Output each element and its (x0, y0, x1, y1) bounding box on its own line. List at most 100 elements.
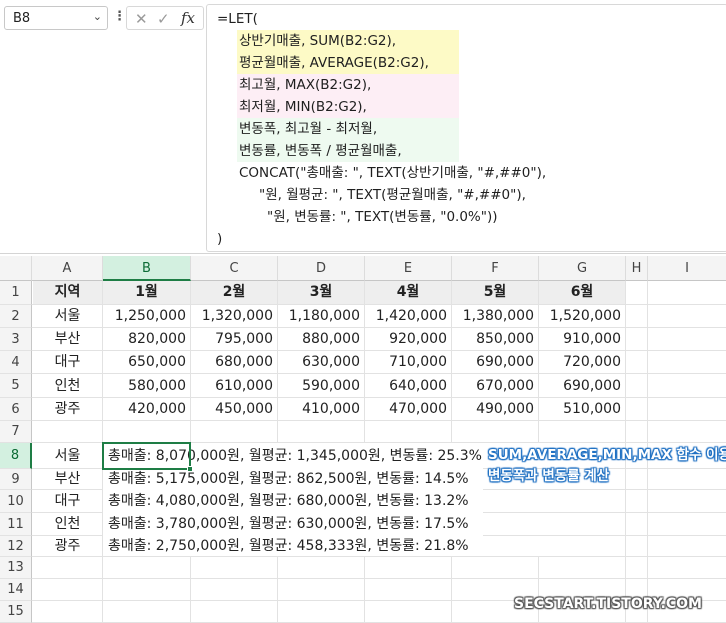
insert-function-icon[interactable]: fx (181, 9, 195, 27)
result-region-cell[interactable]: 대구 (33, 490, 102, 513)
value-cell[interactable]: 690,000 (452, 351, 538, 374)
formula-line: "원, 월평균: ", TEXT(평균월매출, "#,##0"), (259, 187, 526, 203)
enter-icon[interactable]: ✓ (157, 10, 170, 28)
region-cell[interactable]: 부산 (33, 328, 102, 351)
value-cell[interactable]: 640,000 (365, 375, 451, 398)
watermark: SECSTART.TISTORY.COM (513, 596, 702, 612)
formula-line: 변동폭, 최고월 - 최저월, (237, 118, 459, 140)
value-cell[interactable]: 450,000 (191, 398, 277, 421)
table-header-cell[interactable]: 5월 (452, 281, 538, 304)
row-header[interactable]: 5 (0, 374, 32, 398)
row-header[interactable]: 6 (0, 398, 32, 421)
column-header[interactable]: D (278, 256, 365, 281)
table-header-cell[interactable]: 1월 (103, 281, 190, 304)
value-cell[interactable]: 680,000 (191, 351, 277, 374)
formula-line: =LET( (217, 11, 258, 27)
formula-bar-buttons: ✕ ✓ fx (126, 6, 204, 30)
value-cell[interactable]: 420,000 (103, 398, 190, 421)
value-cell[interactable]: 880,000 (278, 328, 364, 351)
result-cell[interactable]: 총매출: 2,750,000원, 월평균: 458,333원, 변동률: 21.… (103, 535, 503, 558)
row-header[interactable]: 9 (0, 469, 32, 490)
cancel-icon[interactable]: ✕ (135, 10, 148, 28)
value-cell[interactable]: 410,000 (278, 398, 364, 421)
value-cell[interactable]: 710,000 (365, 351, 451, 374)
column-header[interactable]: A (32, 256, 103, 281)
formula-line: 최저월, MIN(B2:G2), (237, 96, 459, 118)
region-cell[interactable]: 서울 (33, 305, 102, 328)
row-header[interactable]: 10 (0, 490, 32, 513)
value-cell[interactable]: 795,000 (191, 328, 277, 351)
table-header-cell[interactable]: 3월 (278, 281, 364, 304)
value-cell[interactable]: 590,000 (278, 375, 364, 398)
row-header[interactable]: 15 (0, 601, 32, 623)
column-header[interactable]: E (365, 256, 452, 281)
column-header[interactable]: F (452, 256, 539, 281)
formula-input[interactable]: =LET( 상반기매출, SUM(B2:G2), 평균월매출, AVERAGE(… (206, 4, 726, 252)
gridline (277, 557, 278, 622)
selected-cell-outline[interactable] (102, 442, 193, 472)
value-cell[interactable]: 1,520,000 (539, 305, 625, 328)
value-cell[interactable]: 510,000 (539, 398, 625, 421)
region-cell[interactable]: 대구 (33, 351, 102, 374)
value-cell[interactable]: 470,000 (365, 398, 451, 421)
more-options-icon[interactable]: ⋮ (113, 9, 126, 24)
row-header[interactable]: 8 (0, 443, 32, 469)
row-header[interactable]: 2 (0, 305, 32, 328)
value-cell[interactable]: 910,000 (539, 328, 625, 351)
region-cell[interactable]: 인천 (33, 375, 102, 398)
value-cell[interactable]: 820,000 (103, 328, 190, 351)
result-cell[interactable]: 총매출: 4,080,000원, 월평균: 680,000원, 변동률: 13.… (103, 490, 503, 513)
row-header[interactable]: 4 (0, 351, 32, 374)
row-header[interactable]: 13 (0, 557, 32, 579)
column-header[interactable]: G (539, 256, 626, 281)
value-cell[interactable]: 630,000 (278, 351, 364, 374)
value-cell[interactable]: 1,180,000 (278, 305, 364, 328)
formula-line: CONCAT("총매출: ", TEXT(상반기매출, "#,##0"), (239, 165, 547, 181)
result-region-cell[interactable]: 부산 (33, 468, 102, 491)
column-header[interactable]: C (191, 256, 278, 281)
row-header[interactable]: 14 (0, 579, 32, 601)
value-cell[interactable]: 690,000 (539, 375, 625, 398)
result-region-cell[interactable]: 인천 (33, 513, 102, 536)
value-cell[interactable]: 1,250,000 (103, 305, 190, 328)
table-header-cell[interactable]: 4월 (365, 281, 451, 304)
formula-bar: B8 ⌄ ⋮ ✕ ✓ fx =LET( 상반기매출, SUM(B2:G2), 평… (0, 0, 726, 254)
chevron-down-icon[interactable]: ⌄ (93, 10, 102, 23)
annotation-line: 변동폭과 변동률 계산 (488, 468, 610, 484)
row-header[interactable]: 1 (0, 281, 32, 305)
region-cell[interactable]: 광주 (33, 398, 102, 421)
value-cell[interactable]: 650,000 (103, 351, 190, 374)
value-cell[interactable]: 580,000 (103, 375, 190, 398)
value-cell[interactable]: 490,000 (452, 398, 538, 421)
row-header[interactable]: 11 (0, 513, 32, 536)
column-header[interactable]: B (103, 256, 191, 281)
formula-line: 최고월, MAX(B2:G2), (237, 74, 459, 96)
gridline (364, 557, 365, 622)
row-header[interactable]: 12 (0, 536, 32, 557)
result-cell[interactable]: 총매출: 5,175,000원, 월평균: 862,500원, 변동률: 14.… (103, 468, 503, 491)
formula-line: 상반기매출, SUM(B2:G2), (237, 30, 459, 52)
column-header[interactable]: H (626, 256, 648, 281)
value-cell[interactable]: 850,000 (452, 328, 538, 351)
value-cell[interactable]: 720,000 (539, 351, 625, 374)
value-cell[interactable]: 610,000 (191, 375, 277, 398)
table-header-cell[interactable]: 지역 (33, 281, 102, 304)
column-header[interactable]: I (648, 256, 726, 281)
gridline (32, 578, 726, 579)
value-cell[interactable]: 1,420,000 (365, 305, 451, 328)
fill-handle[interactable] (187, 466, 193, 472)
name-box[interactable]: B8 ⌄ (4, 6, 108, 30)
formula-line: 변동률, 변동폭 / 평균월매출, (237, 140, 459, 162)
value-cell[interactable]: 1,380,000 (452, 305, 538, 328)
result-region-cell[interactable]: 서울 (33, 445, 102, 468)
result-region-cell[interactable]: 광주 (33, 535, 102, 558)
result-cell[interactable]: 총매출: 3,780,000원, 월평균: 630,000원, 변동률: 17.… (103, 513, 503, 536)
value-cell[interactable]: 1,320,000 (191, 305, 277, 328)
row-header[interactable]: 3 (0, 328, 32, 351)
value-cell[interactable]: 920,000 (365, 328, 451, 351)
row-header[interactable]: 7 (0, 421, 32, 443)
select-all-corner[interactable] (0, 256, 32, 281)
table-header-cell[interactable]: 6월 (539, 281, 625, 304)
value-cell[interactable]: 670,000 (452, 375, 538, 398)
table-header-cell[interactable]: 2월 (191, 281, 277, 304)
